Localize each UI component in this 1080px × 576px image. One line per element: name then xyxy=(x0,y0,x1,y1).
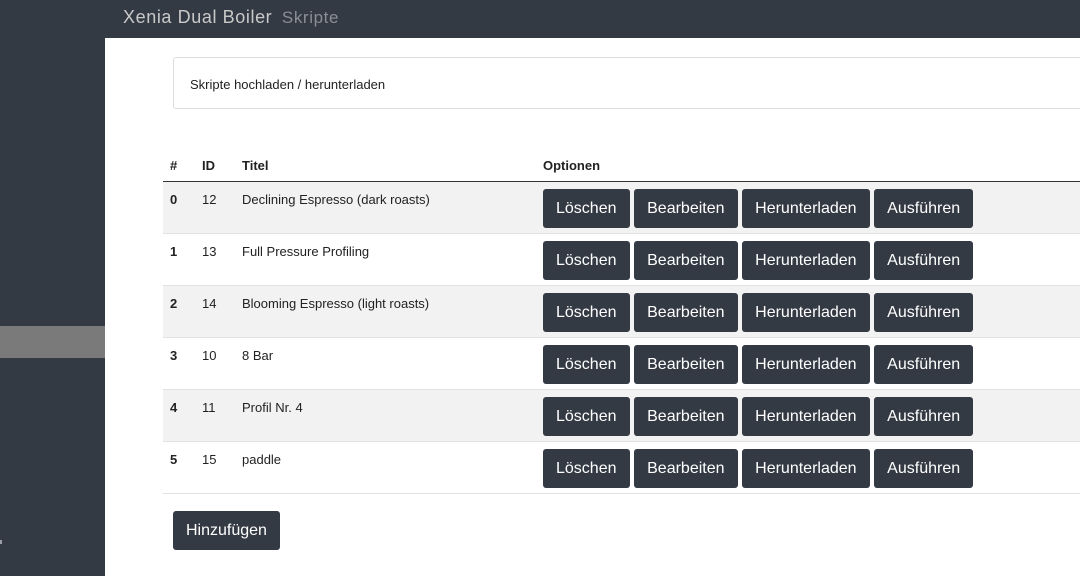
table-row: 0 12 Declining Espresso (dark roasts) Lösch… xyxy=(163,181,1080,234)
delete-button[interactable]: Löschen xyxy=(543,345,630,384)
table-row: 2 14 Blooming Espresso (light roasts) Lösch… xyxy=(163,285,1080,338)
download-button[interactable]: Herunterladen xyxy=(742,241,870,280)
row-title: 8 Bar xyxy=(235,337,536,390)
row-index: 2 xyxy=(163,285,195,338)
download-button[interactable]: Herunterladen xyxy=(742,449,870,488)
scripts-table: # ID Titel Optionen 0 12 Declining Espress… xyxy=(163,150,1080,494)
row-id: 15 xyxy=(195,441,235,494)
row-id: 11 xyxy=(195,389,235,442)
download-button[interactable]: Herunterladen xyxy=(742,293,870,332)
sidebar-active-item[interactable] xyxy=(0,326,105,358)
sidebar xyxy=(0,0,105,576)
delete-button[interactable]: Löschen xyxy=(543,293,630,332)
row-title: Profil Nr. 4 xyxy=(235,389,536,442)
column-header-title: Titel xyxy=(235,150,536,182)
edit-button[interactable]: Bearbeiten xyxy=(634,449,738,488)
run-button[interactable]: Ausführen xyxy=(874,189,974,228)
row-index: 1 xyxy=(163,233,195,286)
row-options: Löschen Bearbeiten Herunterladen Ausführ… xyxy=(536,233,1080,286)
row-options: Löschen Bearbeiten Herunterladen Ausführ… xyxy=(536,441,1080,494)
row-id: 10 xyxy=(195,337,235,390)
row-options: Löschen Bearbeiten Herunterladen Ausführ… xyxy=(536,285,1080,338)
brand-title: Xenia Dual Boiler xyxy=(123,7,273,27)
delete-button[interactable]: Löschen xyxy=(543,449,630,488)
delete-button[interactable]: Löschen xyxy=(543,189,630,228)
row-id: 14 xyxy=(195,285,235,338)
upload-panel-heading[interactable]: Skripte hochladen / herunterladen xyxy=(190,77,385,92)
brand-subtitle: Skripte xyxy=(281,8,339,27)
run-button[interactable]: Ausführen xyxy=(874,241,974,280)
row-id: 13 xyxy=(195,233,235,286)
row-index: 4 xyxy=(163,389,195,442)
table-row: 1 13 Full Pressure Profiling Löschen Bearbe… xyxy=(163,233,1080,286)
download-button[interactable]: Herunterladen xyxy=(742,189,870,228)
row-index: 0 xyxy=(163,181,195,234)
edit-button[interactable]: Bearbeiten xyxy=(634,397,738,436)
edit-button[interactable]: Bearbeiten xyxy=(634,189,738,228)
download-button[interactable]: Herunterladen xyxy=(742,345,870,384)
upload-panel: Skripte hochladen / herunterladen xyxy=(173,57,1080,109)
table-header-row: # ID Titel Optionen xyxy=(163,150,1080,182)
download-button[interactable]: Herunterladen xyxy=(742,397,870,436)
run-button[interactable]: Ausführen xyxy=(874,345,974,384)
row-title: Blooming Espresso (light roasts) xyxy=(235,285,536,338)
column-header-options: Optionen xyxy=(536,150,1080,182)
column-header-id: ID xyxy=(195,150,235,182)
run-button[interactable]: Ausführen xyxy=(874,449,974,488)
column-header-index: # xyxy=(163,150,195,182)
add-script-button[interactable]: Hinzufügen xyxy=(173,511,280,550)
row-options: Löschen Bearbeiten Herunterladen Ausführ… xyxy=(536,389,1080,442)
row-index: 5 xyxy=(163,441,195,494)
row-index: 3 xyxy=(163,337,195,390)
edit-button[interactable]: Bearbeiten xyxy=(634,293,738,332)
delete-button[interactable]: Löschen xyxy=(543,241,630,280)
row-options: Löschen Bearbeiten Herunterladen Ausführ… xyxy=(536,181,1080,234)
edit-button[interactable]: Bearbeiten xyxy=(634,241,738,280)
row-options: Löschen Bearbeiten Herunterladen Ausführ… xyxy=(536,337,1080,390)
brand[interactable]: Xenia Dual Boiler Skripte xyxy=(123,7,339,28)
sidebar-marker xyxy=(0,540,2,544)
table-row: 3 10 8 Bar Löschen Bearbeiten Herunterladen… xyxy=(163,337,1080,390)
row-id: 12 xyxy=(195,181,235,234)
top-navbar: Xenia Dual Boiler Skripte xyxy=(0,0,1080,38)
edit-button[interactable]: Bearbeiten xyxy=(634,345,738,384)
run-button[interactable]: Ausführen xyxy=(874,397,974,436)
row-title: Declining Espresso (dark roasts) xyxy=(235,181,536,234)
table-row: 4 11 Profil Nr. 4 Löschen Bearbeiten Herunt… xyxy=(163,389,1080,442)
row-title: paddle xyxy=(235,441,536,494)
table-row: 5 15 paddle Löschen Bearbeiten Herunterlade… xyxy=(163,441,1080,494)
delete-button[interactable]: Löschen xyxy=(543,397,630,436)
row-title: Full Pressure Profiling xyxy=(235,233,536,286)
run-button[interactable]: Ausführen xyxy=(874,293,974,332)
